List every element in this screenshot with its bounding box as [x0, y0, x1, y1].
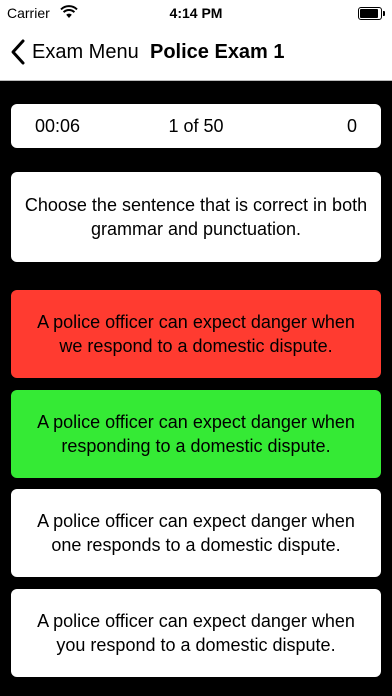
- answer-option-text: A police officer can expect danger when …: [37, 312, 355, 356]
- answer-option-4[interactable]: A police officer can expect danger when …: [11, 589, 381, 677]
- answer-option-text: A police officer can expect danger when …: [37, 412, 355, 456]
- answer-option-text: A police officer can expect danger when …: [37, 611, 355, 655]
- answer-option-1[interactable]: A police officer can expect danger when …: [11, 290, 381, 378]
- clock: 4:14 PM: [169, 5, 223, 21]
- answer-option-2[interactable]: A police officer can expect danger when …: [11, 390, 381, 478]
- battery-icon: [358, 7, 385, 20]
- score: 0: [346, 116, 357, 136]
- page-title: Police Exam 1: [150, 41, 285, 63]
- answer-option-text: A police officer can expect danger when …: [37, 511, 355, 555]
- nav-divider: [0, 80, 392, 81]
- back-button[interactable]: Exam Menu: [10, 38, 139, 66]
- stats-bar: 00:06 1 of 50 0: [11, 104, 381, 148]
- question-text: Choose the sentence that is correct in b…: [24, 195, 368, 239]
- navigation-bar: Exam Menu Police Exam 1: [0, 28, 392, 80]
- question-card: Choose the sentence that is correct in b…: [11, 172, 381, 262]
- status-bar: Carrier 4:14 PM: [0, 0, 392, 28]
- back-button-label: Exam Menu: [32, 40, 139, 63]
- question-progress: 1 of 50: [168, 116, 224, 136]
- chevron-left-icon: [11, 39, 25, 65]
- answer-option-3[interactable]: A police officer can expect danger when …: [11, 489, 381, 577]
